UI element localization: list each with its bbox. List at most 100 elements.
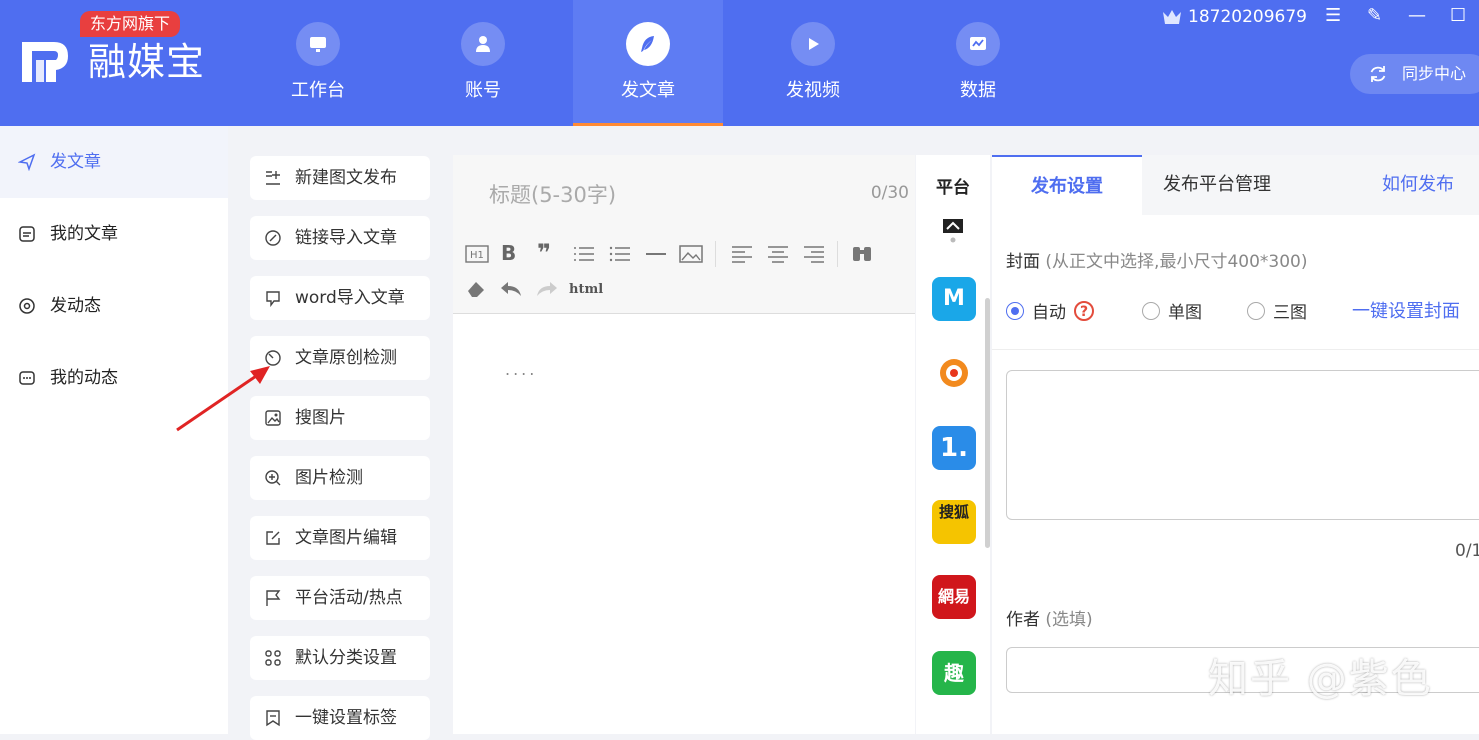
document-icon [19, 226, 35, 242]
top-bar: 东方网旗下 融媒宝 工作台 账号 发文章 发视频 数据 18720209679 … [0, 0, 1479, 126]
set-tags-button[interactable]: 一键设置标签 [250, 696, 430, 740]
tool-label: 文章原创检测 [295, 348, 397, 368]
radio-auto[interactable] [1006, 301, 1024, 320]
platform-header: 平台 [936, 178, 970, 198]
link-import-button[interactable]: 链接导入文章 [250, 216, 430, 260]
nav-label: 账号 [465, 80, 501, 101]
sohu-platform-icon[interactable]: 搜狐 [932, 500, 976, 544]
cover-hint: (从正文中选择,最小尺寸400*300) [1045, 252, 1308, 272]
quote-icon[interactable]: ❞ [537, 239, 551, 267]
user-phone: 18720209679 [1188, 7, 1307, 27]
play-icon [809, 38, 819, 50]
yidian-platform-icon[interactable]: 1. [932, 426, 976, 470]
sync-center-button[interactable]: 同步中心 [1350, 54, 1479, 94]
html-source-button[interactable]: html [569, 282, 603, 297]
user-account[interactable]: 18720209679 [1162, 4, 1307, 30]
find-icon[interactable] [851, 243, 873, 265]
tool-label: 一键设置标签 [295, 708, 397, 728]
weibo-platform-icon[interactable] [932, 351, 976, 395]
bold-icon[interactable]: B [501, 241, 516, 265]
image-check-button[interactable]: 图片检测 [250, 456, 430, 500]
radio-label: 单图 [1168, 303, 1202, 323]
title-placeholder: 标题(5-30字) [489, 183, 617, 207]
target-icon [19, 298, 35, 314]
tool-label: 图片检测 [295, 468, 363, 488]
radio-label: 自动 [1032, 303, 1066, 323]
zhihu-mini-platform-icon[interactable]: M [932, 277, 976, 321]
title-char-count: 0/30 [870, 183, 909, 203]
cover-label-row: 封面 (从正文中选择,最小尺寸400*300) [1006, 247, 1307, 272]
feedback-icon[interactable]: ✎ [1367, 4, 1382, 28]
one-click-cover-link[interactable]: 一键设置封面 [1352, 297, 1460, 323]
tool-label: 链接导入文章 [295, 228, 397, 248]
ordered-list-icon[interactable] [573, 245, 595, 263]
crown-icon [1163, 10, 1181, 24]
unordered-list-icon[interactable] [609, 245, 631, 263]
platform-events-button[interactable]: 平台活动/热点 [250, 576, 430, 620]
eraser-icon[interactable] [465, 279, 487, 299]
summary-textarea[interactable] [1006, 370, 1479, 520]
sidebar-item-publish-article[interactable]: 发文章 [0, 126, 228, 198]
article-editor: 标题(5-30字) 0/30 H1 B ❞ html .... [453, 155, 915, 734]
tool-label: 默认分类设置 [295, 648, 397, 668]
nav-publish-video[interactable]: 发视频 [738, 0, 888, 126]
author-hint: (选填) [1045, 610, 1093, 630]
sidebar-item-post-update[interactable]: 发动态 [0, 270, 228, 342]
link-icon [265, 230, 281, 246]
edit-article-images-button[interactable]: 文章图片编辑 [250, 516, 430, 560]
word-import-icon [266, 291, 280, 307]
align-right-icon[interactable] [803, 245, 825, 263]
sync-label: 同步中心 [1402, 64, 1467, 83]
tool-label: 新建图文发布 [295, 168, 397, 188]
title-input[interactable]: 标题(5-30字) 0/30 [453, 155, 915, 234]
menu-icon[interactable]: ☰ [1325, 4, 1341, 28]
redo-icon[interactable] [535, 280, 559, 298]
cover-option-auto[interactable]: 自动 ? [1006, 298, 1094, 323]
tool-label: 平台活动/热点 [295, 588, 403, 608]
word-import-button[interactable]: word导入文章 [250, 276, 430, 320]
ucloud-platform-icon[interactable] [932, 213, 976, 247]
tab-platform-management[interactable]: 发布平台管理 [1142, 155, 1292, 215]
author-label: 作者 [1006, 610, 1040, 630]
undo-icon[interactable] [499, 280, 523, 298]
summary-char-count: 0/1 [1455, 541, 1479, 561]
tool-label: word导入文章 [295, 288, 405, 308]
nav-workbench[interactable]: 工作台 [243, 0, 393, 126]
default-category-button[interactable]: 默认分类设置 [250, 636, 430, 680]
nav-publish-article[interactable]: 发文章 [573, 0, 723, 126]
sidebar-item-label: 我的文章 [50, 224, 118, 244]
heading-icon[interactable]: H1 [465, 245, 489, 263]
nav-account[interactable]: 账号 [408, 0, 558, 126]
sidebar-item-label: 我的动态 [50, 368, 118, 388]
align-left-icon[interactable] [731, 245, 753, 263]
editor-body-placeholder[interactable]: .... [505, 360, 537, 379]
divider [992, 349, 1479, 350]
how-to-publish-link[interactable]: 如何发布 [1382, 155, 1479, 215]
chat-icon [19, 371, 35, 385]
align-center-icon[interactable] [767, 245, 789, 263]
editor-toolbar: H1 B ❞ html [453, 233, 915, 314]
tab-publish-settings[interactable]: 发布设置 [992, 155, 1142, 215]
radio-single[interactable] [1142, 301, 1160, 320]
help-icon[interactable]: ? [1074, 300, 1094, 321]
sidebar-item-label: 发文章 [50, 152, 101, 172]
radio-triple[interactable] [1247, 301, 1265, 320]
toolbar-divider [837, 241, 838, 267]
zoom-in-icon [265, 470, 281, 486]
cover-label: 封面 [1006, 252, 1040, 272]
qutoutiao-platform-icon[interactable]: 趣 [932, 651, 976, 695]
monitor-icon [310, 37, 326, 52]
platform-scrollbar[interactable] [985, 298, 990, 548]
cover-option-triple[interactable]: 三图 [1247, 298, 1307, 323]
netease-platform-icon[interactable]: 網易 [932, 575, 976, 619]
image-insert-icon[interactable] [679, 244, 703, 264]
new-article-button[interactable]: 新建图文发布 [250, 156, 430, 200]
tag-icon [266, 710, 280, 727]
maximize-icon[interactable]: ☐ [1450, 4, 1466, 28]
minimize-icon[interactable]: — [1408, 4, 1426, 28]
cover-option-single[interactable]: 单图 [1142, 298, 1202, 323]
toolbar-divider [715, 241, 716, 267]
nav-data[interactable]: 数据 [903, 0, 1053, 126]
horizontal-rule-icon[interactable] [645, 245, 667, 263]
sidebar-item-my-articles[interactable]: 我的文章 [0, 198, 228, 270]
